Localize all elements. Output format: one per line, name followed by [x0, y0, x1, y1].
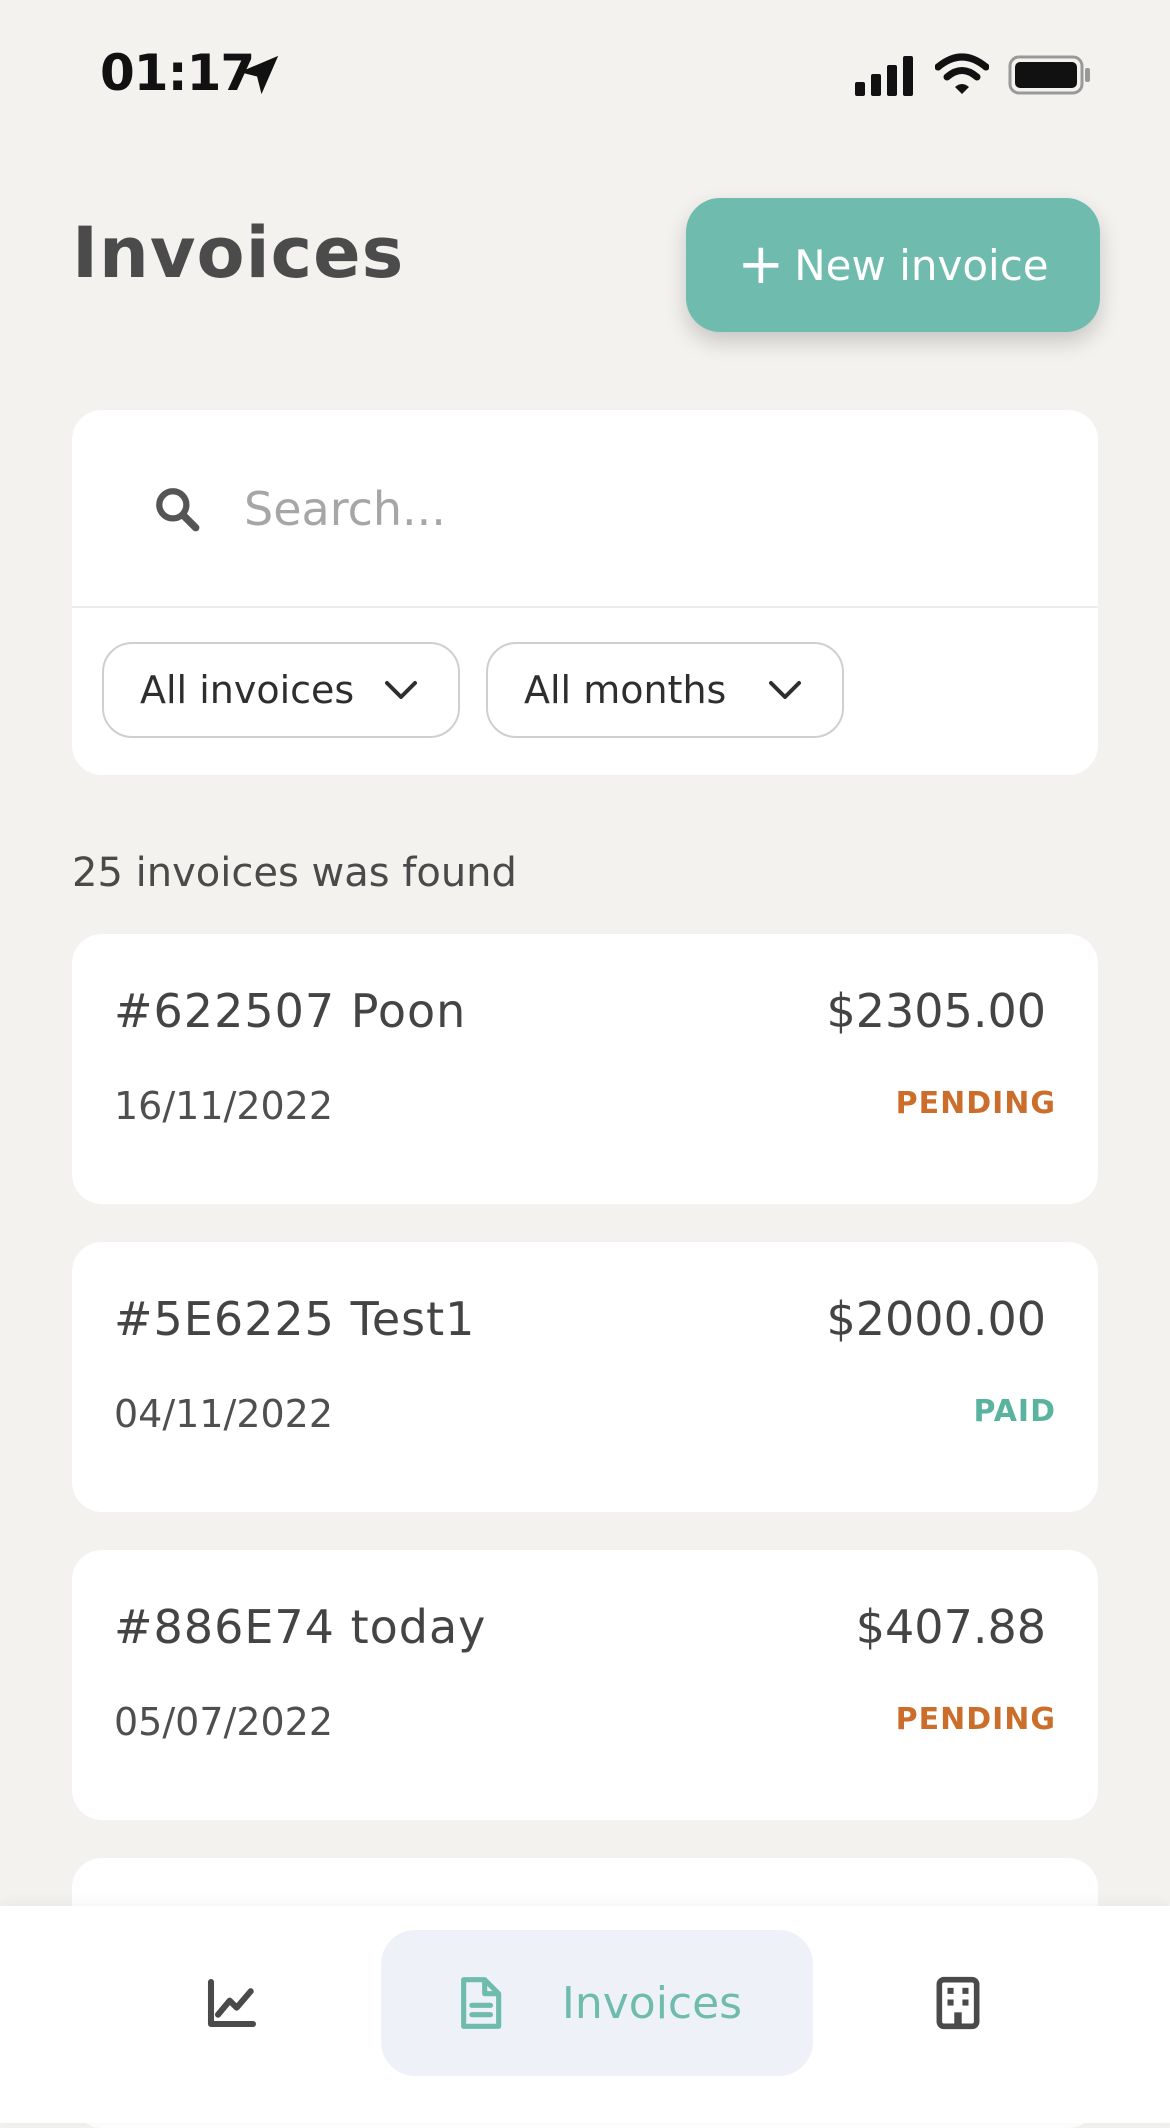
- invoice-date: 04/11/2022: [114, 1392, 334, 1436]
- status-bar: 01:17: [0, 0, 1170, 150]
- invoice-card[interactable]: #622507 Poon $2305.00 16/11/2022 PENDING: [72, 934, 1098, 1204]
- invoice-date: 16/11/2022: [114, 1084, 334, 1128]
- invoice-card[interactable]: #886E74 today $407.88 05/07/2022 PENDING: [72, 1550, 1098, 1820]
- invoice-amount: $2305.00: [826, 984, 1047, 1038]
- results-count: 25 invoices was found: [72, 850, 517, 896]
- status-badge: PAID: [973, 1394, 1056, 1429]
- new-invoice-label: New invoice: [794, 240, 1049, 290]
- location-arrow-icon: [239, 55, 279, 95]
- invoice-id-title: #886E74 today: [114, 1600, 487, 1654]
- chart-line-icon: [207, 1978, 257, 2028]
- month-filter-label: All months: [524, 668, 727, 712]
- wifi-icon: [935, 53, 989, 94]
- month-filter[interactable]: All months: [486, 642, 844, 738]
- page-title: Invoices: [72, 212, 405, 294]
- invoice-type-filter[interactable]: All invoices: [102, 642, 460, 738]
- status-time: 01:17: [100, 44, 255, 102]
- nav-item-company[interactable]: [896, 1930, 1020, 2076]
- plus-icon: +: [737, 232, 785, 297]
- building-icon: [936, 1976, 980, 2030]
- cell-signal-icon: [855, 56, 913, 96]
- invoice-amount: $407.88: [855, 1600, 1046, 1654]
- battery-icon: [1008, 55, 1090, 95]
- invoice-amount: $2000.00: [826, 1292, 1047, 1346]
- bottom-nav: Invoices: [0, 1906, 1170, 2123]
- chevron-down-icon: [769, 681, 801, 699]
- invoice-id-title: #5E6225 Test1: [114, 1292, 476, 1346]
- status-badge: PENDING: [895, 1086, 1056, 1121]
- nav-item-invoices[interactable]: Invoices: [381, 1930, 813, 2076]
- invoice-date: 05/07/2022: [114, 1700, 334, 1744]
- nav-item-invoices-label: Invoices: [561, 1977, 743, 2029]
- invoice-card[interactable]: #5E6225 Test1 $2000.00 04/11/2022 PAID: [72, 1242, 1098, 1512]
- search-input[interactable]: [242, 468, 1066, 550]
- invoice-type-filter-label: All invoices: [140, 668, 354, 712]
- chevron-down-icon: [385, 681, 417, 699]
- search-filter-card: All invoices All months: [72, 410, 1098, 775]
- invoice-id-title: #622507 Poon: [114, 984, 467, 1038]
- search-icon: [156, 488, 200, 532]
- search-row: [72, 410, 1098, 608]
- status-badge: PENDING: [895, 1702, 1056, 1737]
- new-invoice-button[interactable]: + New invoice: [686, 198, 1100, 332]
- document-icon: [460, 1977, 502, 2029]
- nav-item-dashboard[interactable]: [170, 1930, 294, 2076]
